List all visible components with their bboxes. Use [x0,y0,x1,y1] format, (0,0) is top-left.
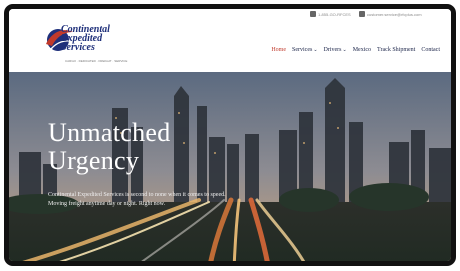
company-logo[interactable]: Continental Expedited Services CARGO · D… [43,24,133,68]
chevron-down-icon: ⌄ [313,48,318,53]
hero-headline: Unmatched Urgency [48,119,171,175]
nav-services-label: Services [291,47,313,53]
logo-line-3: Services [61,42,95,53]
hero-subtext-line-2: Moving freight anytime day or night. Rig… [48,201,166,207]
hero-subtext: Continental Expedited Services is second… [48,191,318,209]
phone-icon [310,11,316,17]
hero-subtext-line-1: Continental Expedited Services is second… [48,192,226,198]
nav-home[interactable]: Home [271,47,286,53]
nav-drivers-label: Drivers [323,47,342,53]
hero-headline-line-2: Urgency [48,146,140,175]
chevron-down-icon: ⌄ [342,48,347,53]
logo-tagline: CARGO · DEDICATED · FREIGHT · SERVICE [65,59,128,63]
top-contact-bar: 1-855-GO-RFCES customer.service@rfcplus.… [9,9,451,22]
nav-drivers[interactable]: Drivers⌄ [324,47,347,53]
hero-headline-line-1: Unmatched [48,118,171,147]
phone-number[interactable]: 1-855-GO-RFCES [318,12,351,17]
browser-frame: 1-855-GO-RFCES customer.service@rfcplus.… [4,4,456,266]
nav-mexico[interactable]: Mexico [353,47,371,53]
nav-track-shipment[interactable]: Track Shipment [377,47,415,53]
site-header: Continental Expedited Services CARGO · D… [9,22,451,72]
logo-wordmark: Continental Expedited Services [61,25,141,53]
nav-services[interactable]: Services⌄ [292,47,318,53]
email-address[interactable]: customer.service@rfcplus.com [367,12,422,17]
email-icon [359,11,365,17]
nav-contact[interactable]: Contact [421,47,440,53]
main-nav: Home Services⌄ Drivers⌄ Mexico Track Shi… [271,47,440,53]
hero-banner: Unmatched Urgency Continental Expedited … [9,72,451,261]
